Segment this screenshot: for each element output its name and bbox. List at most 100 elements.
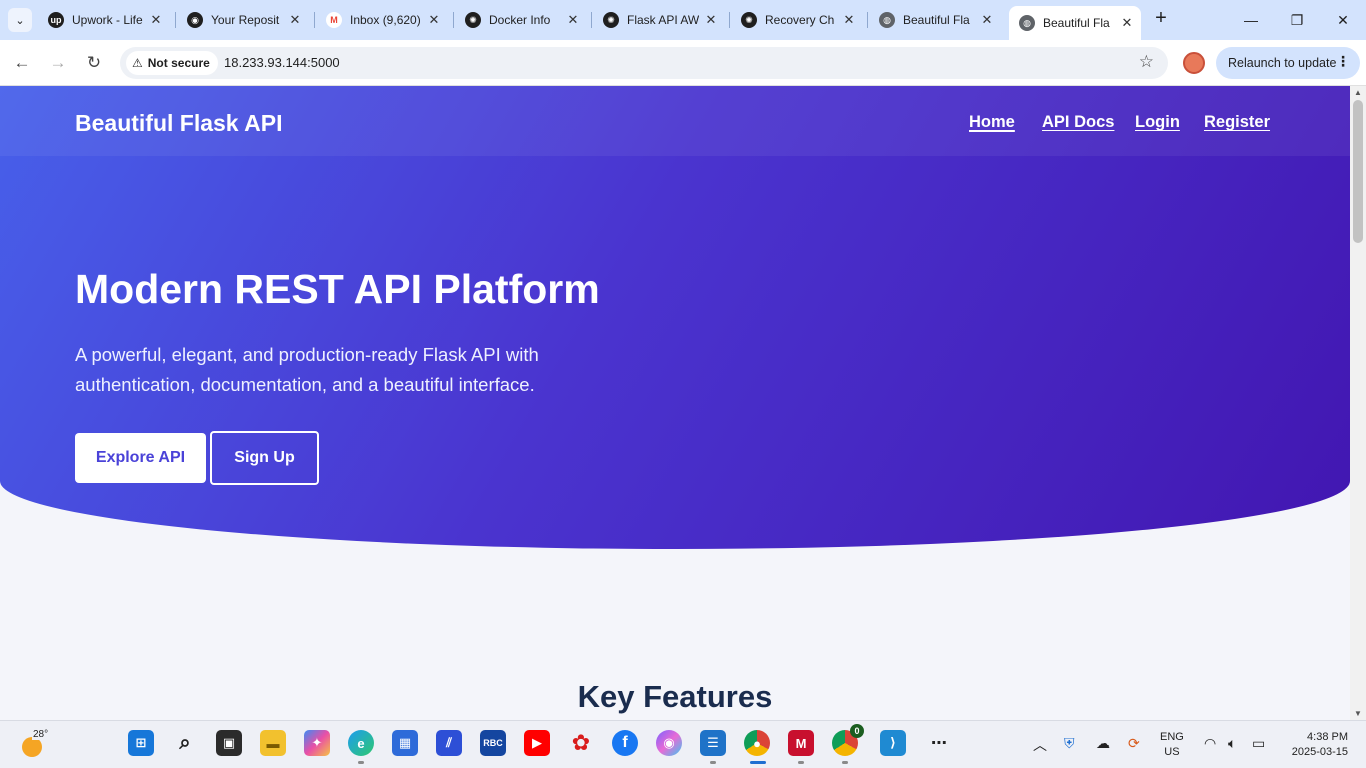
running-indicator (710, 761, 716, 764)
copilot-icon[interactable]: ✦ (304, 730, 330, 756)
scroll-up-arrow-icon[interactable]: ▲ (1354, 88, 1362, 97)
new-tab-button[interactable]: + (1150, 8, 1172, 30)
tab-separator (175, 12, 176, 28)
edge-icon[interactable]: e (348, 730, 374, 756)
close-icon[interactable]: ✕ (287, 12, 303, 28)
forward-button[interactable]: → (45, 50, 71, 76)
rbc-icon[interactable]: RBC (480, 730, 506, 756)
copilot-app-icon[interactable]: ◉ (656, 730, 682, 756)
clock-time: 4:38 PM (1307, 731, 1348, 743)
chevron-up-icon[interactable]: ︿ (1033, 735, 1047, 755)
task-view-icon[interactable]: ▣ (216, 730, 242, 756)
notepad-icon[interactable]: ☰ (700, 730, 726, 756)
chrome-icon[interactable]: ● (744, 730, 770, 756)
sync-icon[interactable]: ⟳ (1128, 735, 1140, 752)
gmail-icon: M (326, 12, 342, 28)
relaunch-button[interactable]: Relaunch to update ⋮ (1216, 47, 1360, 79)
running-indicator (798, 761, 804, 764)
tab-separator (453, 12, 454, 28)
hero-description: A powerful, elegant, and production-read… (75, 344, 539, 395)
facebook-icon[interactable]: f (612, 730, 638, 756)
close-icon[interactable]: ✕ (703, 12, 719, 28)
close-icon[interactable]: ✕ (148, 12, 164, 28)
chatgpt-icon: ✺ (603, 12, 619, 28)
tab-separator (314, 12, 315, 28)
browser-tab-active[interactable]: ◍ Beautiful Fla ✕ (1009, 6, 1141, 40)
battery-icon[interactable]: ▭ (1252, 735, 1265, 752)
plus-icon: + (1155, 7, 1167, 29)
language-indicator[interactable]: ENG US (1160, 730, 1184, 760)
address-bar[interactable]: ⚠ Not secure 18.233.93.144:5000 ☆ (120, 47, 1168, 79)
file-explorer-icon[interactable]: ▬ (260, 730, 286, 756)
weather-sun-icon (22, 737, 42, 757)
reload-button[interactable]: ↻ (81, 50, 107, 76)
store-icon[interactable]: ▦ (392, 730, 418, 756)
browser-tab[interactable]: ✺ Docker Info ✕ (455, 6, 587, 34)
chrome-profile-icon[interactable]: 0 (832, 724, 864, 756)
restore-icon: ❐ (1290, 11, 1304, 28)
browser-tab[interactable]: ✺ Recovery Ch ✕ (731, 6, 863, 34)
close-window-button[interactable]: ✕ (1320, 0, 1366, 40)
chatgpt-icon: ✺ (741, 12, 757, 28)
tab-title: Recovery Ch (765, 13, 835, 27)
more-apps-icon[interactable]: ⋯ (926, 730, 952, 756)
site-brand[interactable]: Beautiful Flask API (75, 110, 282, 137)
region-text: US (1164, 746, 1180, 758)
github-icon: ◉ (187, 12, 203, 28)
vscode-icon[interactable]: ⟩ (880, 730, 906, 756)
minimize-button[interactable]: — (1228, 0, 1274, 40)
site-navbar: Beautiful Flask API Home API Docs Login … (0, 86, 1350, 156)
close-icon[interactable]: ✕ (565, 12, 581, 28)
browser-tab[interactable]: ◍ Beautiful Fla ✕ (869, 6, 1001, 34)
tab-search-button[interactable]: ⌄ (8, 8, 32, 32)
cloud-icon[interactable]: ☁ (1096, 735, 1110, 752)
kebab-menu-icon[interactable]: ⋮ (1336, 53, 1350, 70)
app-icon[interactable]: ⫽ (436, 730, 462, 756)
bookmark-star-icon[interactable]: ☆ (1139, 52, 1154, 72)
features-heading: Key Features (577, 679, 773, 714)
nav-link-register[interactable]: Register (1204, 113, 1270, 132)
close-icon[interactable]: ✕ (841, 12, 857, 28)
close-icon[interactable]: ✕ (1119, 15, 1135, 31)
tab-title: Flask API AW (627, 13, 699, 27)
start-windows-icon[interactable]: ⊞ (128, 730, 154, 756)
security-shield-icon[interactable]: ⛨ (1064, 735, 1075, 752)
browser-tab[interactable]: ✺ Flask API AW ✕ (593, 6, 725, 34)
running-indicator (358, 761, 364, 764)
scroll-thumb[interactable] (1353, 100, 1363, 243)
nav-link-home[interactable]: Home (969, 113, 1015, 132)
close-icon[interactable]: ✕ (979, 12, 995, 28)
nav-link-api-docs[interactable]: API Docs (1042, 113, 1114, 132)
wifi-icon[interactable]: ◠ (1204, 735, 1216, 752)
chevron-down-icon: ⌄ (15, 14, 25, 27)
mcafee-icon[interactable]: M (788, 730, 814, 756)
volume-icon[interactable]: 🔈︎ (1228, 735, 1236, 752)
temperature: 28° (32, 729, 50, 740)
close-icon[interactable]: ✕ (426, 12, 442, 28)
maple-leaf-icon[interactable]: ✿ (568, 730, 594, 756)
site-info-chip[interactable]: ⚠ Not secure (126, 51, 218, 75)
weather-widget[interactable]: 28° (20, 729, 50, 757)
back-button[interactable]: ← (9, 50, 35, 76)
profile-avatar[interactable] (1183, 52, 1205, 74)
nav-link-login[interactable]: Login (1135, 113, 1180, 132)
restore-button[interactable]: ❐ (1274, 0, 1320, 40)
browser-tab[interactable]: M Inbox (9,620) ✕ (316, 6, 448, 34)
warning-icon: ⚠ (132, 56, 143, 70)
page-viewport: Beautiful Flask API Home API Docs Login … (0, 86, 1350, 720)
search-icon[interactable]: ⌕ (172, 730, 198, 756)
tab-title: Inbox (9,620) (350, 13, 421, 27)
tab-title: Your Reposit (211, 13, 280, 27)
globe-icon: ◍ (1019, 15, 1035, 31)
browser-tab[interactable]: ◉ Your Reposit ✕ (177, 6, 309, 34)
windows-taskbar: 28° ⊞ ⌕ ▣ ▬ ✦ e ▦ ⫽ RBC ▶ ✿ f ◉ ☰ ● M 0 … (0, 720, 1366, 768)
explore-api-button[interactable]: Explore API (75, 433, 206, 483)
system-clock[interactable]: 4:38 PM 2025-03-15 (1280, 730, 1348, 760)
browser-tab[interactable]: up Upwork - Life ✕ (38, 6, 170, 34)
sign-up-button[interactable]: Sign Up (210, 431, 319, 485)
url-text[interactable]: 18.233.93.144:5000 (224, 55, 340, 70)
tab-title: Docker Info (489, 13, 551, 27)
scroll-down-arrow-icon[interactable]: ▼ (1354, 709, 1362, 718)
youtube-icon[interactable]: ▶ (524, 730, 550, 756)
page-scrollbar[interactable]: ▲ ▼ (1350, 86, 1366, 720)
